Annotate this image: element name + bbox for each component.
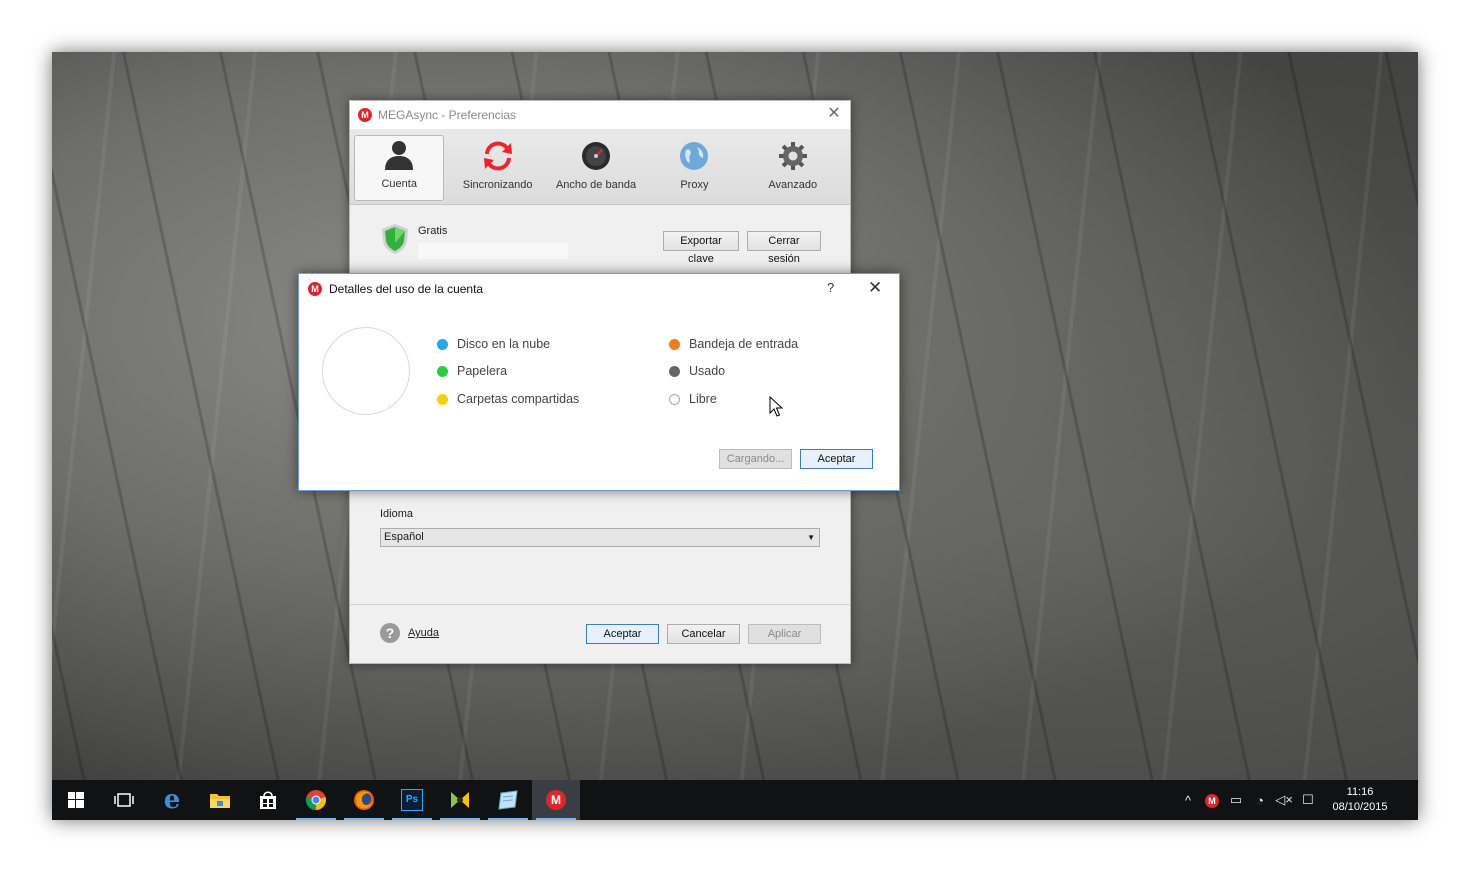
legend-label: Bandeja de entrada <box>689 337 799 351</box>
action-center-icon[interactable]: ☐ <box>1296 792 1320 808</box>
legend-item: Disco en la nube <box>437 337 550 351</box>
task-view-button[interactable] <box>100 780 148 820</box>
store-taskbar-item[interactable] <box>244 780 292 820</box>
mega-taskbar-item[interactable]: M <box>532 780 580 820</box>
chevron-up-icon[interactable]: ^ <box>1176 793 1200 808</box>
close-icon[interactable]: ✕ <box>826 106 842 122</box>
mega-logo-icon: M <box>308 282 322 296</box>
accept-button[interactable]: Aceptar <box>586 624 659 644</box>
used-dot <box>669 365 680 377</box>
footer-divider <box>350 604 850 605</box>
legend-label: Usado <box>689 364 726 378</box>
cloud-drive-dot <box>437 338 448 350</box>
shield-icon <box>380 223 410 258</box>
app-icon <box>451 792 469 808</box>
tab-advanced[interactable]: Avanzado <box>748 135 838 201</box>
loading-button[interactable]: Cargando... <box>719 449 792 469</box>
notepad-icon <box>498 790 518 810</box>
legend-label: Libre <box>689 392 717 406</box>
dialog-title: Detalles del uso de la cuenta <box>329 282 484 296</box>
tab-bandwidth-label: Ancho de banda <box>555 179 637 191</box>
speedometer-icon <box>579 139 613 173</box>
windows-logo-icon <box>68 792 84 808</box>
file-explorer-taskbar-item[interactable] <box>196 780 244 820</box>
taskbar: e Ps M ^ M ▭ ◔ ◁× ☐ 11:16 08/10/2015 <box>52 780 1418 820</box>
plan-label: Gratis <box>418 225 448 237</box>
tab-proxy-label: Proxy <box>680 179 709 191</box>
account-row: Gratis Exportar clave Cerrar sesión <box>380 221 822 265</box>
desktop: M MEGAsync - Preferencias ✕ Cuenta Sincr… <box>52 52 1418 820</box>
edge-taskbar-item[interactable]: e <box>148 780 196 820</box>
app-taskbar-item[interactable] <box>436 780 484 820</box>
start-button[interactable] <box>52 780 100 820</box>
rubbish-bin-dot <box>437 365 448 377</box>
notepad-taskbar-item[interactable] <box>484 780 532 820</box>
language-value: Español <box>384 531 424 543</box>
tab-bandwidth[interactable]: Ancho de banda <box>551 135 641 201</box>
tab-advanced-label: Avanzado <box>768 179 818 191</box>
system-tray: ^ M ▭ ◔ ◁× ☐ 11:16 08/10/2015 <box>1176 780 1418 820</box>
firefox-taskbar-item[interactable] <box>340 780 388 820</box>
globe-icon <box>677 139 711 173</box>
legend-item: Libre <box>669 392 717 406</box>
tab-account-label: Cuenta <box>381 178 417 190</box>
chrome-taskbar-item[interactable] <box>292 780 340 820</box>
close-icon[interactable]: ✕ <box>868 278 882 298</box>
tab-proxy[interactable]: Proxy <box>649 135 739 201</box>
help-link[interactable]: Ayuda <box>408 627 439 639</box>
legend-item: Bandeja de entrada <box>669 337 798 351</box>
firefox-icon <box>354 790 374 810</box>
chrome-icon <box>305 790 326 811</box>
export-key-button[interactable]: Exportar clave <box>663 231 739 265</box>
folder-icon <box>210 794 230 808</box>
volume-muted-icon[interactable]: ◁× <box>1272 792 1296 808</box>
language-select[interactable]: Español ▼ <box>380 528 820 547</box>
sync-icon <box>481 139 515 173</box>
legend-item: Carpetas compartidas <box>437 392 579 406</box>
legend-item: Usado <box>669 364 725 378</box>
mouse-cursor-icon <box>769 395 784 421</box>
help-button[interactable]: ? <box>827 280 834 295</box>
shared-folders-dot <box>437 393 448 405</box>
language-label: Idioma <box>380 508 414 520</box>
legend-item: Papelera <box>437 364 507 378</box>
preferences-toolbar: Cuenta Sincronizando Ancho de banda Prox… <box>350 129 850 205</box>
help-icon[interactable]: ? <box>380 623 400 643</box>
inbox-dot <box>669 338 680 350</box>
legend-label: Disco en la nube <box>457 337 551 351</box>
apply-button[interactable]: Aplicar <box>748 624 821 644</box>
clock[interactable]: 11:16 08/10/2015 <box>1320 785 1400 815</box>
usage-details-dialog: M Detalles del uso de la cuenta ? ✕ Disc… <box>298 273 900 491</box>
battery-icon[interactable]: ▭ <box>1224 792 1248 808</box>
tab-sync[interactable]: Sincronizando <box>452 135 542 201</box>
mega-logo-icon: M <box>358 108 372 122</box>
usage-chart <box>322 327 410 415</box>
legend-label: Carpetas compartidas <box>457 392 580 406</box>
mega-tray-icon[interactable]: M <box>1200 792 1224 808</box>
user-icon <box>382 138 416 172</box>
task-view-icon <box>114 793 134 807</box>
preferences-titlebar: M MEGAsync - Preferencias ✕ <box>350 101 850 129</box>
free-dot <box>669 393 680 405</box>
store-icon <box>260 791 276 809</box>
photoshop-taskbar-item[interactable]: Ps <box>388 780 436 820</box>
wifi-icon[interactable]: ◔ <box>1248 793 1272 808</box>
photoshop-icon: Ps <box>401 789 423 811</box>
clock-time: 11:16 <box>1346 786 1374 798</box>
dialog-accept-button[interactable]: Aceptar <box>800 449 873 469</box>
email-field <box>418 243 568 259</box>
logout-button[interactable]: Cerrar sesión <box>747 231 821 265</box>
cancel-button[interactable]: Cancelar <box>667 624 740 644</box>
preferences-title: MEGAsync - Preferencias <box>378 108 517 122</box>
chevron-down-icon: ▼ <box>807 533 815 542</box>
gear-icon <box>776 139 810 173</box>
clock-date: 08/10/2015 <box>1332 801 1388 813</box>
tab-sync-label: Sincronizando <box>462 179 533 191</box>
legend-label: Papelera <box>457 364 508 378</box>
mega-icon: M <box>546 790 566 810</box>
tab-account[interactable]: Cuenta <box>354 135 445 201</box>
edge-icon: e <box>163 785 181 815</box>
